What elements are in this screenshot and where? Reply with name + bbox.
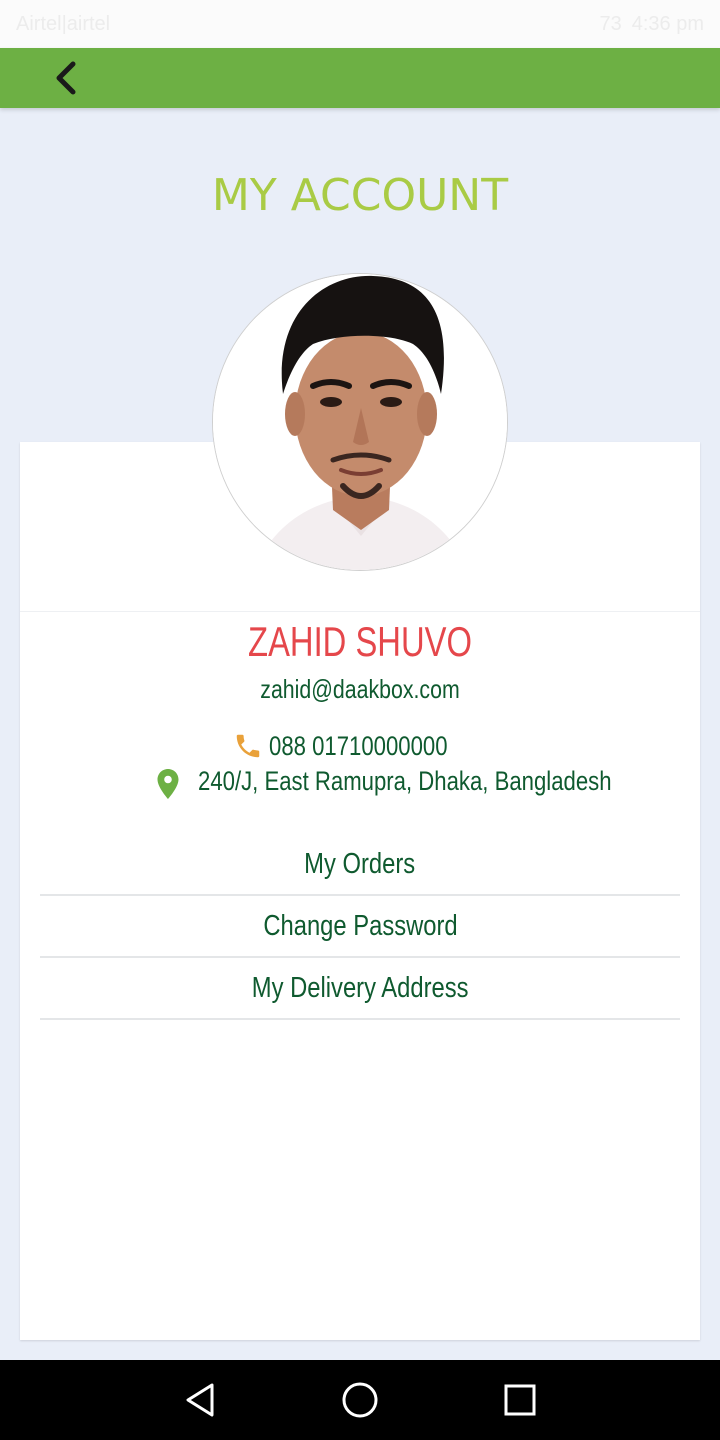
chevron-left-icon [56,61,76,95]
status-bar: Airtel|airtel 73 4:36 pm [0,0,720,48]
page-title: MY ACCOUNT [211,170,509,221]
menu-item-delivery-address[interactable]: My Delivery Address [40,958,680,1020]
circle-home-icon [342,1382,378,1418]
nav-recents-button[interactable] [500,1380,540,1420]
location-pin-icon [157,769,179,799]
menu-item-label: Change Password [262,909,458,942]
address-text: 240/J, East Ramupra, Dhaka, Bangladesh [198,766,612,796]
user-name: ZAHID SHUVO [248,618,472,665]
address-row: 240/J, East Ramupra, Dhaka, Bangladesh [150,766,650,802]
menu-item-my-orders[interactable]: My Orders [40,834,680,896]
carrier-label: Airtel|airtel [16,12,111,35]
phone-icon [236,734,260,758]
app-toolbar [0,48,720,108]
back-button[interactable] [44,56,88,100]
phone-number: 088 01710000000 [269,730,448,761]
menu-item-change-password[interactable]: Change Password [40,896,680,958]
triangle-back-icon [186,1383,214,1417]
system-nav-bar [0,1360,720,1440]
nav-back-button[interactable] [180,1380,220,1420]
square-recents-icon [504,1384,536,1416]
user-email: zahid@daakbox.com [260,674,460,704]
divider [20,611,700,612]
phone-row: 088 01710000000 [0,728,720,764]
nav-home-button[interactable] [340,1380,380,1420]
menu-item-label: My Orders [304,847,416,880]
menu-item-label: My Delivery Address [251,971,469,1004]
avatar [212,273,508,571]
avatar-photo [213,274,507,570]
battery-level: 73 [599,12,622,35]
clock: 4:36 pm [631,12,704,35]
status-icons: 73 4:36 pm [599,13,704,36]
